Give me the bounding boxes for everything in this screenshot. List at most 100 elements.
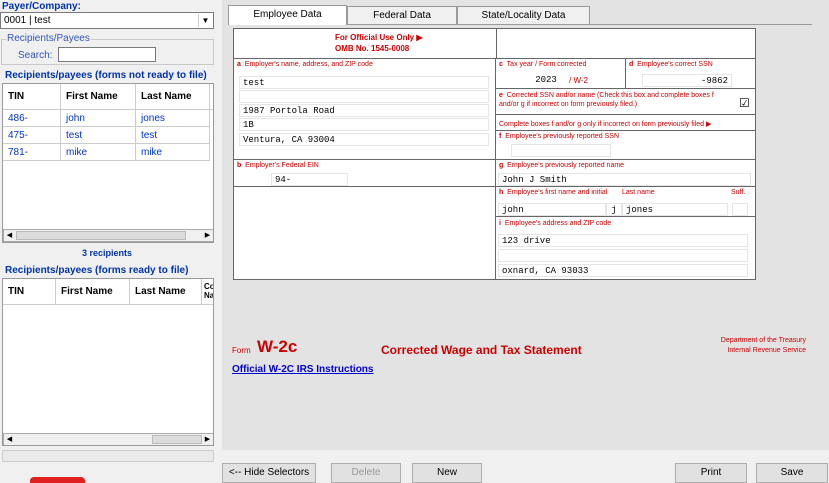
horizontal-scrollbar[interactable]: ◀ ▶ [3, 229, 213, 242]
box-b-label: b Employer's Federal EIN [237, 162, 319, 169]
form-name: W-2c [257, 337, 298, 356]
column-header-first-name[interactable]: First Name [61, 84, 136, 110]
suffix-field[interactable] [732, 203, 748, 216]
scroll-thumb[interactable] [152, 435, 202, 444]
column-header-extra[interactable] [210, 84, 213, 110]
box-i-label: i Employee's address and ZIP code [499, 220, 611, 227]
column-header-tin[interactable]: TIN [3, 279, 56, 305]
table-row-cell-last[interactable]: mike [136, 144, 210, 161]
omb-number: OMB No. 1545-0008 [335, 44, 410, 53]
employer-address-line-1[interactable]: 1987 Portola Road [239, 104, 489, 117]
form-word: Form [232, 346, 251, 355]
horizontal-scrollbar[interactable]: ◀ ▶ [3, 433, 213, 445]
box-b-letter: b [237, 162, 242, 169]
table-row-cell-first[interactable]: mike [61, 144, 136, 161]
employee-address-line-1[interactable]: 123 drive [498, 234, 748, 247]
scroll-thumb[interactable] [16, 231, 186, 240]
box-d-label: d Employee's correct SSN [629, 61, 713, 68]
column-header-last-name[interactable]: Last Name [130, 279, 202, 305]
red-indicator [30, 477, 85, 483]
box-h-label: h Employee's first name and initial [499, 189, 607, 196]
box-b-text: Employer's Federal EIN [245, 162, 319, 169]
box-h-suff-label: Suff. [731, 189, 746, 196]
box-g-letter: g [499, 162, 504, 169]
delete-button[interactable]: Delete [331, 463, 401, 483]
tab-employee-data[interactable]: Employee Data [228, 5, 347, 25]
payer-select[interactable]: 0001 | test ▼ [0, 12, 214, 29]
table-row-cell-tin[interactable]: 486- [3, 110, 61, 127]
box-g-label: g Employee's previously reported name [499, 162, 624, 169]
scroll-left-icon[interactable]: ◀ [4, 434, 15, 445]
employee-address-line-2[interactable] [498, 249, 748, 262]
box-i-letter: i [499, 220, 501, 227]
table-row-cell-first[interactable]: test [61, 127, 136, 144]
official-use-cell [234, 29, 756, 59]
employer-city-state-zip[interactable]: Ventura, CA 93004 [239, 133, 489, 146]
blank-left-cell [234, 187, 496, 280]
column-header-tin[interactable]: TIN [3, 84, 61, 110]
table-row-cell-last[interactable]: jones [136, 110, 210, 127]
form-corrected: / W-2 [569, 76, 588, 85]
w2c-form: For Official Use Only ▶ OMB No. 1545-000… [233, 28, 756, 280]
print-button[interactable]: Print [675, 463, 747, 483]
scroll-right-icon[interactable]: ▶ [202, 434, 213, 445]
box-d-text: Employee's correct SSN [637, 61, 713, 68]
box-a-text: Employer's name, address, and ZIP code [244, 61, 373, 68]
save-button[interactable]: Save [756, 463, 828, 483]
correct-ssn-field[interactable]: -9862 [642, 74, 732, 87]
table-row-cell-last[interactable]: test [136, 127, 210, 144]
previous-ssn-field[interactable] [511, 144, 611, 157]
recipients-group-label: Recipients/Payees [6, 33, 91, 44]
hide-selectors-button[interactable]: <-- Hide Selectors [222, 463, 316, 483]
middle-initial-field[interactable]: j [606, 203, 622, 216]
box-i-text: Employee's address and ZIP code [504, 220, 612, 227]
box-f-label: f Employee's previously reported SSN [499, 133, 619, 140]
column-header-first-name[interactable]: First Name [56, 279, 130, 305]
box-h-text: Employee's first name and initial [507, 189, 608, 196]
not-ready-grid[interactable]: TIN First Name Last Name 486- john jones… [2, 83, 214, 243]
table-row-cell-tin[interactable]: 781- [3, 144, 61, 161]
official-use-right [496, 29, 497, 59]
box-e-text: Corrected SSN and/or name (Check this bo… [499, 92, 714, 108]
tab-state-locality-data[interactable]: State/Locality Data [457, 6, 590, 24]
status-strip [2, 450, 214, 462]
box-c-label: c Tax year / Form corrected [499, 61, 586, 68]
chevron-down-icon[interactable]: ▼ [198, 14, 212, 27]
box-c-letter: c [499, 61, 503, 68]
box-h-last-label: Last name [622, 189, 655, 196]
search-input[interactable] [58, 47, 156, 62]
ready-grid[interactable]: TIN First Name Last Name Co Na ◀ ▶ [2, 278, 214, 446]
box-a-label: a Employer's name, address, and ZIP code [237, 61, 373, 68]
recipient-count: 3 recipients [81, 248, 133, 258]
scroll-right-icon[interactable]: ▶ [202, 230, 213, 241]
box-c-text: Tax year / Form corrected [506, 61, 587, 68]
corrected-ssn-checkbox[interactable]: ☑ [739, 97, 750, 109]
payer-label: Payer/Company: [2, 1, 81, 12]
new-button[interactable]: New [412, 463, 482, 483]
table-row-cell-first[interactable]: john [61, 110, 136, 127]
left-panel: Payer/Company: 0001 | test ▼ Recipients/… [0, 0, 218, 483]
box-g-text: Employee's previously reported name [507, 162, 625, 169]
column-header-co-na[interactable]: Co Na [202, 279, 213, 305]
box-e-letter: e [499, 92, 503, 99]
federal-ein-field[interactable]: 94- [271, 173, 348, 186]
employer-name-line-2[interactable] [239, 90, 489, 103]
employer-address-line-2[interactable]: 1B [239, 118, 489, 131]
first-name-field[interactable]: john [498, 203, 606, 216]
box-e-label: e Corrected SSN and/or name (Check this … [499, 91, 729, 109]
previous-name-field[interactable]: John J Smith [498, 173, 751, 186]
box-a-letter: a [237, 61, 241, 68]
search-label: Search: [18, 50, 53, 61]
not-ready-title: Recipients/payees (forms not ready to fi… [5, 70, 207, 81]
column-header-last-name[interactable]: Last Name [136, 84, 210, 110]
employee-city-state-zip[interactable]: oxnard, CA 93033 [498, 264, 748, 277]
irs-instructions-link[interactable]: Official W-2C IRS Instructions [232, 364, 373, 375]
tax-year-field[interactable]: 2023 [526, 74, 566, 87]
employer-name-line-1[interactable]: test [239, 76, 489, 89]
dept-treasury: Department of the Treasury [720, 337, 806, 344]
box-d-letter: d [629, 61, 634, 68]
table-row-cell-tin[interactable]: 475- [3, 127, 61, 144]
last-name-field[interactable]: jones [622, 203, 728, 216]
scroll-left-icon[interactable]: ◀ [4, 230, 15, 241]
tab-federal-data[interactable]: Federal Data [347, 6, 457, 24]
